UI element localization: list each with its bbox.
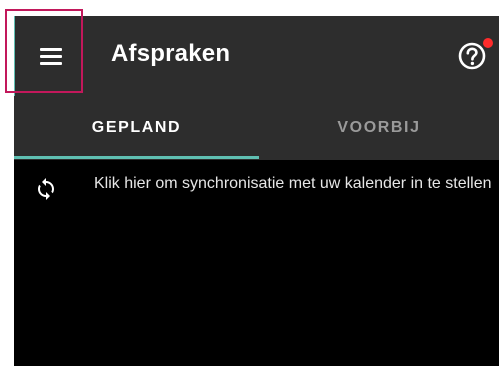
- app-screen: Afspraken GEPLAND VOORBIJ Klik hier om s…: [14, 16, 499, 366]
- page-title: Afspraken: [111, 40, 231, 67]
- sync-icon: [34, 177, 58, 201]
- notification-badge: [483, 38, 493, 48]
- tab-voorbij[interactable]: VOORBIJ: [259, 96, 499, 160]
- hamburger-menu-icon[interactable]: [32, 36, 72, 76]
- calendar-sync-row[interactable]: Klik hier om synchronisatie met uw kalen…: [14, 168, 499, 228]
- menu-bar-top: [40, 48, 62, 51]
- selected-tab-indicator: [14, 156, 259, 159]
- menu-bar-bottom: [40, 62, 62, 65]
- tab-gepland[interactable]: GEPLAND: [14, 96, 259, 160]
- top-app-bar: Afspraken: [14, 16, 499, 96]
- tab-bar: GEPLAND VOORBIJ: [14, 96, 499, 160]
- calendar-sync-text: Klik hier om synchronisatie met uw kalen…: [94, 175, 492, 192]
- menu-bar-middle: [40, 55, 62, 58]
